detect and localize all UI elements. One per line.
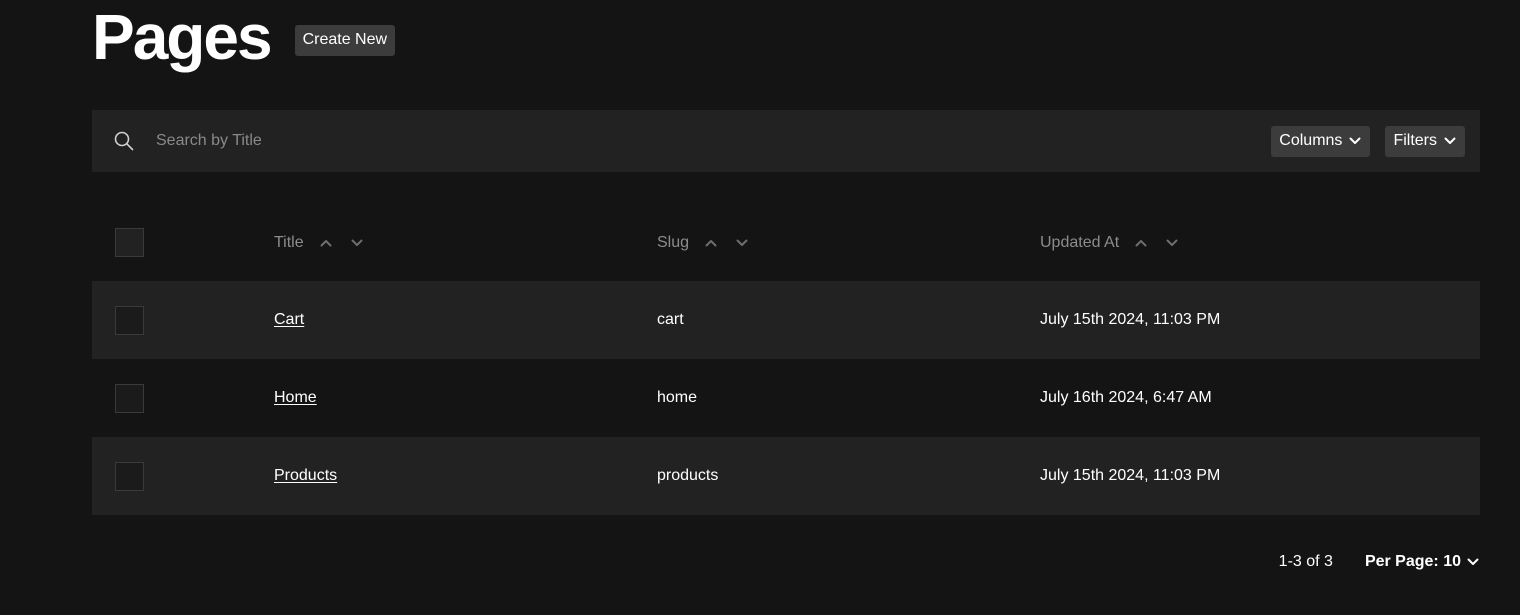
chevron-down-icon: [1466, 555, 1480, 569]
columns-label: Columns: [1279, 132, 1343, 149]
page-updated-at: July 15th 2024, 11:03 PM: [1040, 467, 1221, 484]
page-header: Pages Create New: [92, 0, 396, 80]
column-updated-at-label: Updated At: [1040, 233, 1120, 251]
page-title-link[interactable]: Home: [274, 389, 317, 407]
select-all-checkbox[interactable]: [115, 228, 144, 257]
chevron-up-icon[interactable]: [703, 235, 719, 251]
page-title-link[interactable]: Products: [274, 467, 337, 485]
chevron-down-icon[interactable]: [349, 235, 365, 251]
search-icon: [112, 129, 136, 153]
table-row: Home home July 16th 2024, 6:47 AM: [92, 359, 1480, 437]
chevron-up-icon[interactable]: [1133, 235, 1149, 251]
per-page-select[interactable]: Per Page: 10: [1365, 553, 1480, 571]
filters-button[interactable]: Filters: [1385, 125, 1465, 157]
search-input[interactable]: [154, 120, 1272, 162]
pagination-range: 1-3 of 3: [1278, 553, 1333, 570]
chevron-down-icon[interactable]: [1164, 235, 1180, 251]
chevron-down-icon[interactable]: [734, 235, 750, 251]
row-checkbox[interactable]: [115, 305, 144, 335]
row-checkbox[interactable]: [115, 383, 144, 413]
page-slug: home: [657, 389, 698, 406]
chevron-down-icon: [1348, 134, 1362, 148]
page-updated-at: July 15th 2024, 11:03 PM: [1040, 311, 1221, 328]
page-slug: cart: [657, 311, 684, 328]
chevron-down-icon: [1443, 134, 1457, 148]
create-new-button[interactable]: Create New: [294, 24, 396, 56]
filters-label: Filters: [1393, 132, 1437, 149]
pages-list-view: Pages Create New Columns Filters: [0, 0, 1520, 615]
pagination: 1-3 of 3 Per Page: 10: [1279, 549, 1480, 575]
page-title: Pages: [92, 1, 273, 73]
column-title-label: Title: [274, 233, 304, 251]
page-slug: products: [657, 467, 719, 484]
search-bar: Columns Filters: [92, 110, 1480, 172]
page-updated-at: July 16th 2024, 6:47 AM: [1040, 389, 1212, 406]
pages-table: Title Slug Updated At Cart cart July 15t…: [92, 204, 1480, 515]
per-page-label: Per Page: 10: [1364, 553, 1461, 570]
columns-button[interactable]: Columns: [1271, 125, 1371, 157]
row-checkbox[interactable]: [115, 461, 144, 491]
column-header-slug: Slug: [657, 234, 750, 252]
table-header-row: Title Slug Updated At: [92, 204, 1480, 281]
column-slug-label: Slug: [657, 233, 690, 251]
column-header-updated-at: Updated At: [1040, 234, 1180, 252]
column-header-title: Title: [274, 234, 365, 252]
chevron-up-icon[interactable]: [318, 235, 334, 251]
table-row: Cart cart July 15th 2024, 11:03 PM: [92, 281, 1480, 359]
page-title-link[interactable]: Cart: [274, 311, 304, 329]
table-row: Products products July 15th 2024, 11:03 …: [92, 437, 1480, 515]
